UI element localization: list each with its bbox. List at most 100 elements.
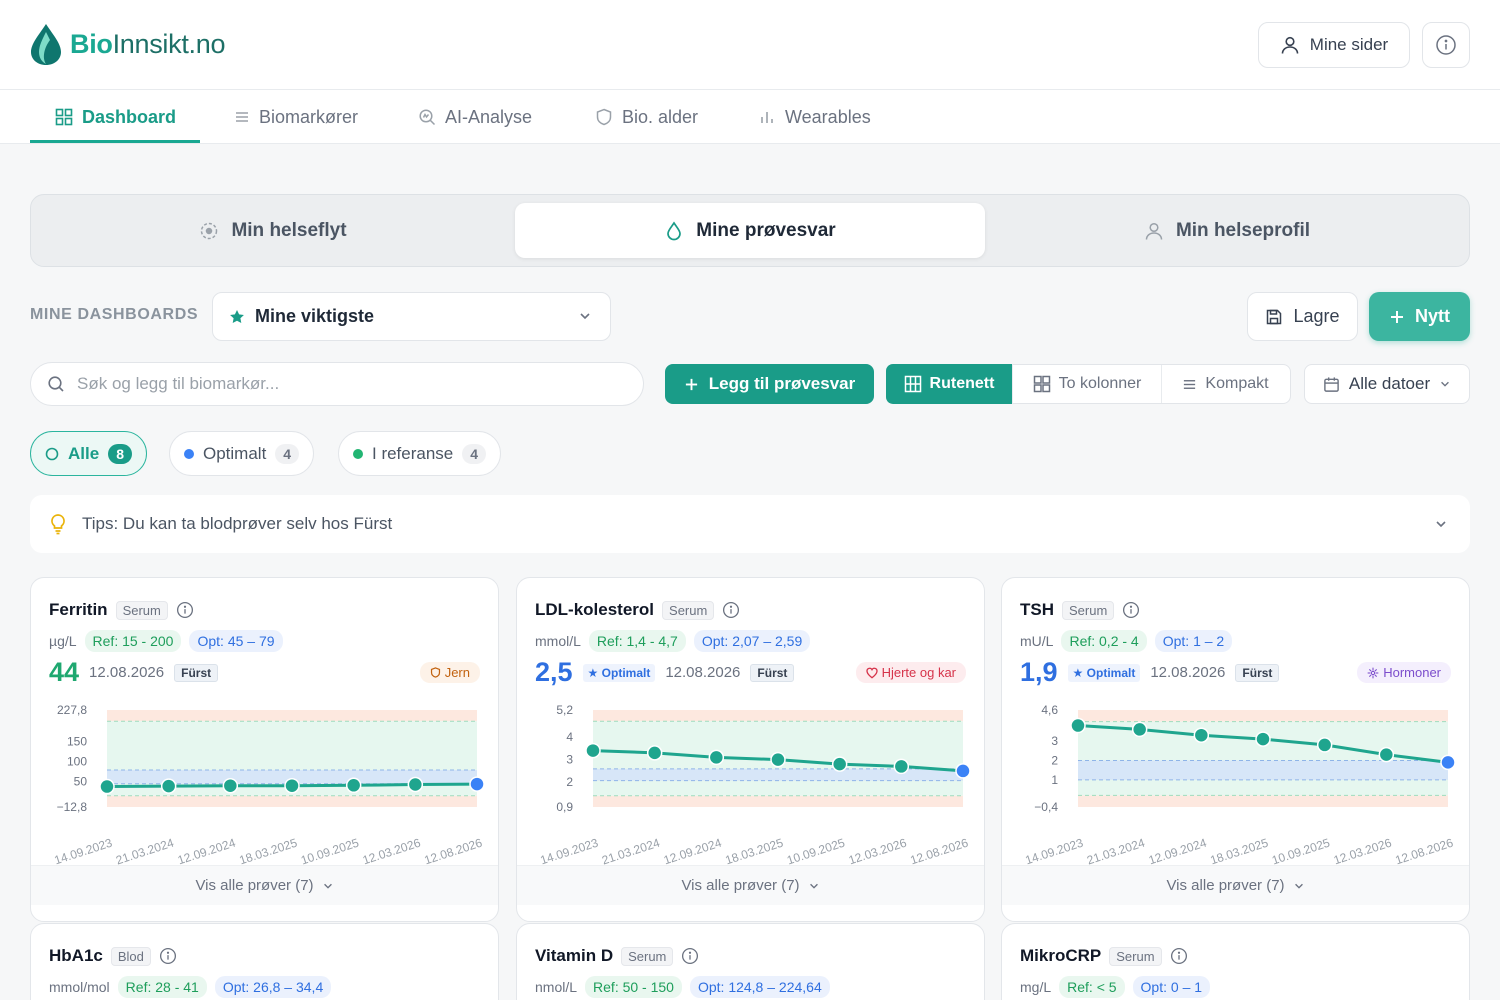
data-point[interactable] <box>646 745 663 761</box>
unit-label: mmol/L <box>535 633 581 649</box>
show-all-samples-button[interactable]: Vis alle prøver (7) <box>1002 865 1469 905</box>
reference-range-badge: Ref: 28 - 41 <box>117 976 207 998</box>
optimal-range-badge: Opt: 124,8 – 224,64 <box>689 976 830 998</box>
hormone-icon <box>1367 667 1379 678</box>
y-tick-label: 4 <box>566 730 573 744</box>
biomarker-card[interactable]: Vitamin D Serum nmol/L Ref: 50 - 150 Opt… <box>516 923 985 1000</box>
view-compact-button[interactable]: Kompakt <box>1162 365 1289 403</box>
info-icon[interactable] <box>681 947 699 965</box>
y-tick-label: 2 <box>566 775 573 789</box>
below-reference-zone <box>593 795 963 807</box>
biomarker-card[interactable]: Ferritin Serum µg/L Ref: 15 - 200 Opt: 4… <box>30 577 499 922</box>
segment-min-helseflyt[interactable]: Min helseflyt <box>31 203 515 258</box>
above-reference-zone <box>1078 710 1448 722</box>
save-button[interactable]: Lagre <box>1247 292 1358 341</box>
biomarker-card[interactable]: HbA1c Blod mmol/mol Ref: 28 - 41 Opt: 26… <box>30 923 499 1000</box>
reference-range-badge: Ref: 0,2 - 4 <box>1061 630 1147 652</box>
flow-icon <box>201 222 218 239</box>
data-point[interactable] <box>469 776 485 792</box>
add-result-button[interactable]: Legg til prøvesvar <box>665 364 874 404</box>
filter-i-referanse[interactable]: I referanse 4 <box>338 431 502 476</box>
data-point[interactable] <box>1440 754 1456 771</box>
y-tick-label: −0,4 <box>1034 800 1058 814</box>
trend-chart: 227,815010050−12,814.09.2023 21.03.2024 12… <box>52 703 485 866</box>
info-button[interactable] <box>1422 22 1470 68</box>
biomarker-card[interactable]: LDL-kolesterol Serum mmol/L Ref: 1,4 - 4… <box>516 577 985 922</box>
unit-label: mg/L <box>1020 979 1052 995</box>
view-segment-control: Min helseflyt Mine prøvesvar Min helsepr… <box>30 194 1470 267</box>
data-point[interactable] <box>770 751 786 768</box>
data-point[interactable] <box>585 742 601 759</box>
x-tick-label: 21.03.2024 <box>114 835 176 866</box>
data-point[interactable] <box>1131 721 1148 738</box>
info-icon[interactable] <box>1170 947 1188 965</box>
data-point[interactable] <box>1193 727 1210 743</box>
data-point[interactable] <box>1070 717 1086 734</box>
optimal-range-badge: Opt: 26,8 – 34,4 <box>214 976 332 998</box>
main-nav: Dashboard Biomarkører AI-Analyse Bio. al… <box>0 90 1500 144</box>
sample-type-badge: Serum <box>115 600 168 620</box>
biomarker-card[interactable]: TSH Serum mU/L Ref: 0,2 - 4 Opt: 1 – 2 1… <box>1001 577 1470 922</box>
tips-banner[interactable]: Tips: Du kan ta blodprøver selv hos Fürs… <box>30 495 1470 553</box>
data-point[interactable] <box>284 777 300 794</box>
data-point[interactable] <box>1255 731 1271 747</box>
data-point[interactable] <box>831 756 848 772</box>
active-tab-indicator <box>30 140 200 143</box>
data-point[interactable] <box>1316 737 1333 753</box>
bar-chart-icon <box>761 112 773 123</box>
optimal-range-badge: Opt: 2,07 – 2,59 <box>693 630 811 652</box>
mine-sider-button[interactable]: Mine sider <box>1258 22 1410 68</box>
chevron-down-icon <box>1294 883 1303 889</box>
data-point[interactable] <box>222 777 239 794</box>
optimal-range-badge: Opt: 45 – 79 <box>189 630 283 652</box>
filter-optimalt[interactable]: Optimalt 4 <box>169 431 315 476</box>
card-value-row: 2,5 ★ Optimalt 12.08.2026 Fürst <box>535 657 795 688</box>
biomarker-card[interactable]: MikroCRP Serum mg/L Ref: < 5 Opt: 0 – 1 <box>1001 923 1470 1000</box>
data-point[interactable] <box>99 778 115 795</box>
card-range-row: mmol/L Ref: 1,4 - 4,7 Opt: 2,07 – 2,59 <box>535 630 811 652</box>
new-dashboard-button[interactable]: Nytt <box>1369 292 1470 341</box>
unit-label: mmol/mol <box>49 979 110 995</box>
tab-dashboard[interactable]: Dashboard <box>55 90 176 144</box>
logo[interactable]: BioInnsikt.no <box>28 22 225 66</box>
info-icon[interactable] <box>159 947 177 965</box>
optimal-dot <box>184 448 194 459</box>
filter-alle[interactable]: Alle 8 <box>30 431 147 476</box>
y-tick-label: 2 <box>1051 753 1058 767</box>
tab-bio-alder[interactable]: Bio. alder <box>595 90 698 144</box>
x-tick-label: 14.09.2023 <box>1023 835 1085 866</box>
tab-ai-analyse[interactable]: AI-Analyse <box>418 90 532 144</box>
star-icon <box>230 309 244 323</box>
search-input[interactable] <box>77 374 617 394</box>
tab-biomarkorer[interactable]: Biomarkører <box>234 90 358 144</box>
view-two-columns-button[interactable]: To kolonner <box>1013 365 1162 403</box>
segment-mine-provesvar[interactable]: Mine prøvesvar <box>515 203 985 258</box>
y-tick-label: 50 <box>74 775 88 789</box>
biomarker-search[interactable] <box>30 362 644 406</box>
date-filter-button[interactable]: Alle datoer <box>1304 364 1470 404</box>
tab-wearables[interactable]: Wearables <box>758 90 871 144</box>
dashboard-select[interactable]: Mine viktigste <box>212 292 611 341</box>
ai-search-icon <box>419 109 436 126</box>
data-point[interactable] <box>893 758 910 775</box>
show-all-samples-button[interactable]: Vis alle prøver (7) <box>31 865 498 905</box>
chevron-down-icon <box>323 883 332 889</box>
show-all-samples-button[interactable]: Vis alle prøver (7) <box>517 865 984 905</box>
segment-min-helseprofil[interactable]: Min helseprofil <box>985 203 1469 258</box>
data-point[interactable] <box>1378 746 1395 763</box>
data-point[interactable] <box>345 777 362 794</box>
info-icon[interactable] <box>722 601 740 619</box>
biomarker-value: 1,9 <box>1020 657 1058 687</box>
info-icon[interactable] <box>176 601 194 619</box>
card-range-row: mmol/mol Ref: 28 - 41 Opt: 26,8 – 34,4 <box>49 976 332 998</box>
info-icon[interactable] <box>1122 601 1140 619</box>
data-point[interactable] <box>407 776 424 793</box>
data-point[interactable] <box>160 778 177 794</box>
logo-drop-icon <box>31 24 61 65</box>
list-icon <box>236 112 248 122</box>
view-grid-button[interactable]: Rutenett <box>886 364 1013 404</box>
reference-range-badge: Ref: 50 - 150 <box>585 976 682 998</box>
data-point[interactable] <box>955 763 971 779</box>
data-point[interactable] <box>708 749 725 766</box>
card-range-row: mU/L Ref: 0,2 - 4 Opt: 1 – 2 <box>1020 630 1233 652</box>
